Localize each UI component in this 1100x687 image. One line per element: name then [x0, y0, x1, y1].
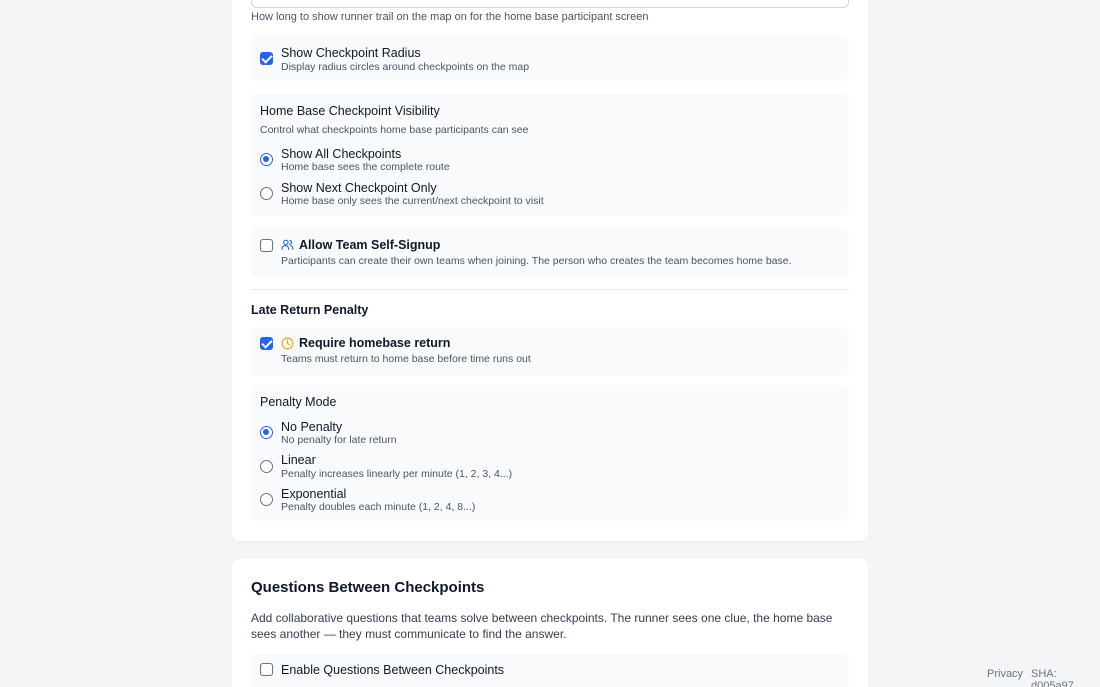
enable-questions-panel: Enable Questions Between Checkpoints — [251, 654, 849, 687]
show-all-label: Show All Checkpoints — [281, 147, 402, 161]
show-next-label: Show Next Checkpoint Only — [281, 181, 437, 195]
require-return-panel: Require homebase return Teams must retur… — [251, 327, 849, 376]
enable-questions-checkbox[interactable] — [260, 663, 273, 676]
show-next-description: Home base only sees the current/next che… — [281, 195, 544, 207]
self-signup-label: Allow Team Self-Signup — [299, 238, 441, 252]
radio-show-all-checkpoints[interactable] — [260, 153, 273, 166]
linear-description: Penalty increases linearly per minute (1… — [281, 468, 513, 480]
self-signup-panel: Allow Team Self-Signup Participants can … — [251, 228, 849, 277]
self-signup-checkbox[interactable] — [260, 239, 273, 252]
penalty-mode-panel: Penalty Mode No Penalty No penalty for l… — [251, 385, 849, 521]
trail-help-text: How long to show runner trail on the map… — [251, 11, 649, 23]
no-penalty-description: No penalty for late return — [281, 434, 397, 446]
self-signup-description: Participants can create their own teams … — [281, 255, 792, 267]
trail-duration-input[interactable] — [251, 0, 849, 8]
users-icon — [281, 238, 294, 251]
clock-icon — [281, 337, 294, 350]
checkpoint-radius-checkbox[interactable] — [260, 52, 273, 65]
visibility-description: Control what checkpoints home base parti… — [260, 124, 529, 136]
penalty-mode-title: Penalty Mode — [260, 395, 337, 409]
exponential-label: Exponential — [281, 487, 347, 501]
questions-card: Questions Between Checkpoints Add collab… — [232, 559, 868, 687]
checkpoint-radius-label: Show Checkpoint Radius — [281, 46, 421, 60]
checkpoint-radius-description: Display radius circles around checkpoint… — [281, 61, 530, 73]
require-return-label: Require homebase return — [299, 336, 451, 350]
visibility-panel: Home Base Checkpoint Visibility Control … — [251, 94, 849, 216]
privacy-link[interactable]: Privacy — [987, 668, 1023, 680]
sha-label: SHA: d005a97 — [1031, 668, 1074, 687]
radio-exponential[interactable] — [260, 493, 273, 506]
settings-card: How long to show runner trail on the map… — [232, 0, 868, 541]
linear-label: Linear — [281, 453, 316, 467]
exponential-description: Penalty doubles each minute (1, 2, 4, 8.… — [281, 501, 476, 513]
questions-description: Add collaborative questions that teams s… — [251, 611, 833, 641]
late-return-section-title: Late Return Penalty — [251, 303, 369, 317]
radio-no-penalty[interactable] — [260, 426, 273, 439]
checkpoint-radius-panel: Show Checkpoint Radius Display radius ci… — [251, 36, 849, 81]
radio-linear[interactable] — [260, 460, 273, 473]
require-return-description: Teams must return to home base before ti… — [281, 353, 531, 365]
section-divider — [251, 289, 849, 290]
require-return-checkbox[interactable] — [260, 337, 273, 350]
no-penalty-label: No Penalty — [281, 420, 343, 434]
radio-show-next-checkpoint[interactable] — [260, 187, 273, 200]
questions-heading: Questions Between Checkpoints — [251, 579, 485, 596]
show-all-description: Home base sees the complete route — [281, 161, 450, 173]
visibility-title: Home Base Checkpoint Visibility — [260, 104, 440, 118]
enable-questions-label: Enable Questions Between Checkpoints — [281, 663, 505, 677]
